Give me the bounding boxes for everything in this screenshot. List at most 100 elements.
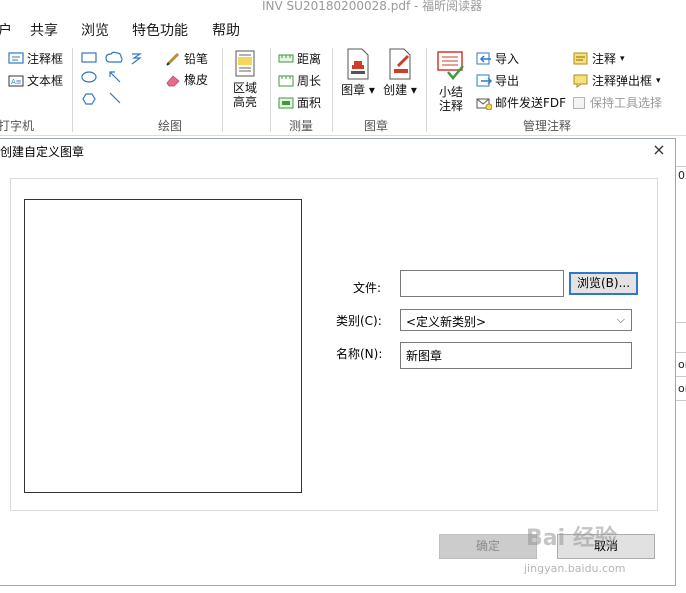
ruler-distance-icon	[278, 54, 294, 62]
measure-group-label: 测量	[289, 119, 314, 133]
typewriter-group-label: 打字机	[0, 119, 35, 133]
ribbon-separator	[426, 48, 427, 132]
import-button[interactable]: 导入	[476, 50, 519, 67]
dialog-title: 创建自定义图章	[0, 145, 85, 159]
annotation-popup-dropdown[interactable]: 注释弹出框 ▾	[573, 72, 661, 89]
watermark-logo: Bai 经验	[526, 526, 617, 551]
drawing-group-label: 绘图	[158, 119, 183, 133]
edge-fragment: on	[678, 382, 686, 395]
chevron-down-icon: ▾	[620, 53, 625, 64]
menu-item-share[interactable]: 共享	[30, 20, 58, 40]
annotation-popup-icon	[573, 74, 588, 88]
title-bar: INV SU20180200028.pdf - 福昕阅读器	[0, 0, 686, 14]
stamp-name-input[interactable]	[400, 342, 632, 369]
edge-divider	[676, 400, 686, 401]
text-box-button[interactable]: A≡ 文本框	[8, 72, 63, 89]
polygon-icon[interactable]	[82, 93, 96, 105]
comment-box-label: 注释框	[27, 52, 64, 66]
email-fdf-button[interactable]: 邮件发送FDF	[476, 94, 566, 111]
summary-label-1: 小结	[438, 85, 463, 99]
eraser-label: 橡皮	[184, 73, 209, 87]
email-fdf-label: 邮件发送FDF	[495, 96, 567, 110]
perimeter-label: 周长	[297, 74, 322, 88]
drawing-shapes	[81, 51, 142, 105]
summary-icon	[437, 51, 464, 80]
edge-fragment: on	[678, 358, 686, 371]
checkbox-icon	[573, 96, 585, 109]
rectangle-icon[interactable]	[81, 52, 97, 63]
edge-divider	[676, 166, 686, 167]
stamp-group-label: 图章	[364, 119, 389, 133]
line-icon[interactable]	[109, 92, 121, 104]
app-window: INV SU20180200028.pdf - 福昕阅读器 户 共享 浏览 特色…	[0, 0, 686, 593]
eraser-button[interactable]: 橡皮	[165, 71, 208, 88]
area-label: 面积	[297, 96, 322, 110]
comment-box-button[interactable]: 注释框	[8, 50, 63, 67]
cloud-icon[interactable]	[105, 51, 123, 63]
area-highlight-button[interactable]: 区域 高亮	[228, 50, 262, 109]
file-path-input[interactable]	[400, 270, 564, 297]
ribbon-separator	[332, 48, 333, 132]
watermark-url: jingyan.baidu.com	[524, 562, 626, 575]
edge-divider	[676, 376, 686, 377]
polyline-icon[interactable]	[131, 53, 142, 65]
annotation-icon	[573, 52, 588, 64]
create-custom-stamp-dialog: 创建自定义图章 × 文件: 浏览(B)... 类别(C): <定义新类别> ⌵ …	[0, 138, 676, 586]
text-box-icon: A≡	[8, 75, 24, 86]
close-icon[interactable]: ×	[650, 141, 668, 159]
name-label: 名称(N):	[336, 347, 383, 361]
annotation-popup-label: 注释弹出框	[592, 74, 653, 88]
area-highlight-label-1: 区域	[232, 81, 257, 95]
manage-group-label: 管理注释	[523, 119, 572, 133]
export-label: 导出	[495, 74, 520, 88]
export-button[interactable]: 导出	[476, 72, 519, 89]
menu-bar: 户 共享 浏览 特色功能 帮助	[0, 16, 686, 42]
text-box-label: 文本框	[27, 74, 64, 88]
summarize-comments-button[interactable]: 小结 注释	[433, 50, 469, 113]
pencil-label: 铅笔	[184, 52, 209, 66]
summary-label-2: 注释	[438, 99, 463, 113]
menu-item-protect[interactable]: 户	[0, 20, 12, 40]
edge-divider	[676, 322, 686, 323]
area-highlight-label-2: 高亮	[232, 95, 257, 109]
category-label: 类别(C):	[336, 314, 382, 328]
create-stamp-button[interactable]: 创建 ▾	[381, 48, 419, 97]
svg-text:A≡: A≡	[11, 78, 22, 86]
keep-tool-selected-checkbox[interactable]: 保持工具选择	[573, 94, 662, 111]
pencil-icon	[166, 52, 180, 66]
menu-item-view[interactable]: 浏览	[81, 20, 109, 40]
chevron-down-icon: ⌵	[616, 313, 625, 326]
window-title: INV SU20180200028.pdf - 福昕阅读器	[262, 0, 483, 13]
ribbon: 注释框 A≡ 文本框 打字机 铅笔 橡皮 绘图 区域 高亮 距离 周长 面积 测…	[0, 44, 686, 136]
menu-item-features[interactable]: 特色功能	[132, 20, 188, 40]
annotation-label: 注释	[592, 52, 617, 66]
keep-tool-label: 保持工具选择	[590, 96, 663, 110]
ok-button[interactable]: 确定	[439, 534, 537, 559]
stamp-icon	[347, 48, 369, 80]
comment-box-icon	[8, 51, 24, 64]
arrow-icon[interactable]	[109, 71, 121, 83]
annotation-dropdown[interactable]: 注释 ▾	[573, 50, 625, 67]
stamp-label: 图章 ▾	[341, 83, 375, 97]
stamp-preview-area	[24, 199, 302, 493]
perimeter-button[interactable]: 周长	[278, 72, 321, 89]
edge-divider	[676, 352, 686, 353]
ribbon-separator	[270, 48, 271, 132]
file-label: 文件:	[353, 281, 382, 295]
eraser-icon	[166, 74, 180, 86]
category-select[interactable]: <定义新类别> ⌵	[400, 309, 632, 331]
area-highlight-icon	[235, 50, 255, 77]
area-button[interactable]: 面积	[278, 94, 321, 111]
oval-icon[interactable]	[81, 71, 97, 83]
pencil-button[interactable]: 铅笔	[165, 50, 208, 67]
area-measure-icon	[278, 97, 294, 108]
menu-item-help[interactable]: 帮助	[212, 20, 240, 40]
edge-fragment: 028	[678, 169, 686, 182]
ribbon-separator	[222, 48, 223, 132]
browse-button[interactable]: 浏览(B)...	[569, 272, 638, 295]
stamp-button[interactable]: 图章 ▾	[339, 48, 377, 97]
chevron-down-icon: ▾	[656, 75, 661, 86]
distance-button[interactable]: 距离	[278, 50, 321, 67]
import-icon	[476, 52, 491, 64]
category-selected-value: <定义新类别>	[406, 315, 487, 329]
